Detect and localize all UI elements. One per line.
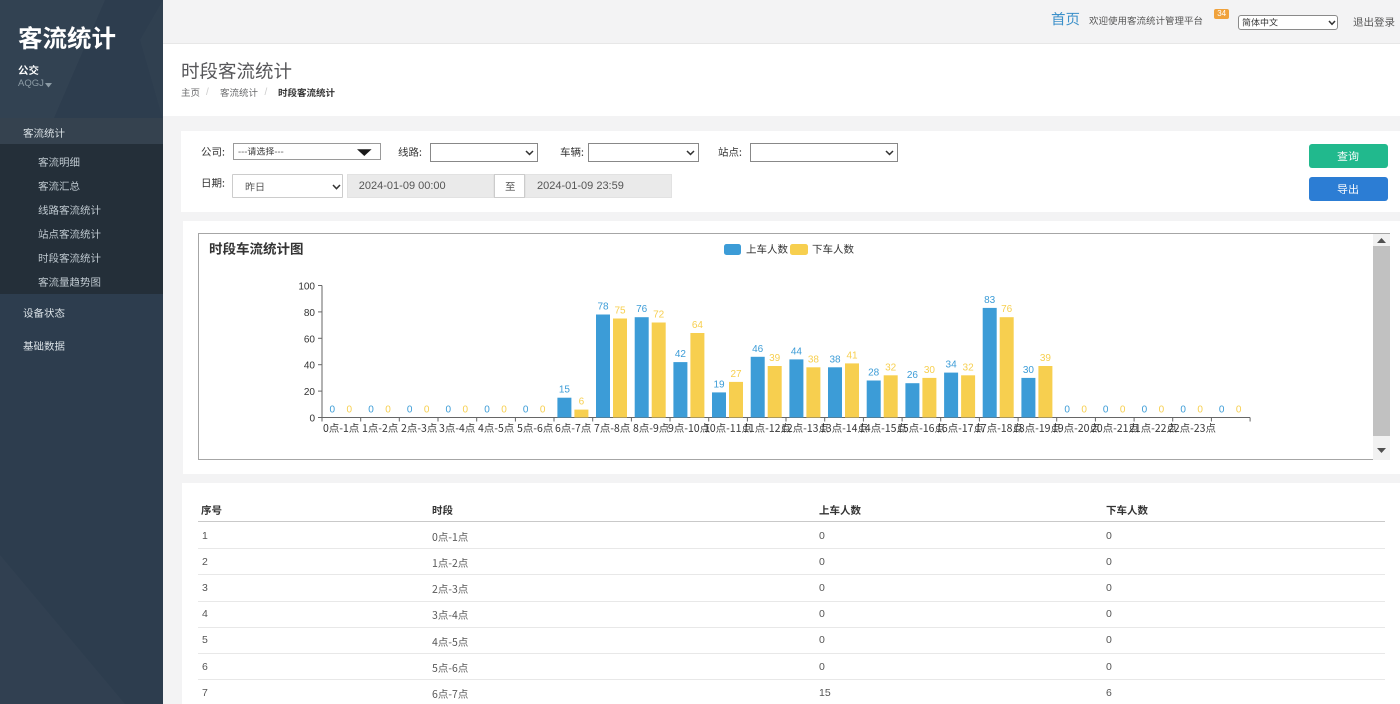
svg-text:0: 0: [1180, 405, 1186, 416]
svg-text:46: 46: [752, 344, 764, 355]
svg-text:0: 0: [1120, 405, 1126, 416]
svg-text:0: 0: [463, 405, 469, 416]
svg-text:40: 40: [304, 361, 316, 372]
svg-text:19: 19: [713, 379, 725, 390]
svg-text:78: 78: [597, 302, 609, 313]
svg-text:34: 34: [946, 360, 958, 371]
svg-text:15: 15: [559, 385, 571, 396]
svg-text:0: 0: [446, 405, 452, 416]
svg-text:0: 0: [407, 405, 413, 416]
svg-text:0: 0: [1159, 405, 1165, 416]
svg-text:32: 32: [885, 362, 897, 373]
svg-text:0: 0: [424, 405, 430, 416]
svg-text:42: 42: [675, 349, 687, 360]
svg-text:0: 0: [1197, 405, 1203, 416]
svg-text:44: 44: [791, 346, 803, 357]
svg-text:72: 72: [653, 310, 665, 321]
svg-text:0: 0: [309, 414, 315, 425]
svg-text:0: 0: [484, 405, 490, 416]
svg-text:76: 76: [1001, 304, 1013, 315]
svg-text:39: 39: [769, 353, 781, 364]
svg-text:75: 75: [614, 306, 626, 317]
svg-text:0: 0: [1081, 405, 1087, 416]
svg-text:0: 0: [1103, 405, 1109, 416]
svg-text:100: 100: [298, 282, 315, 293]
svg-text:28: 28: [868, 368, 880, 379]
svg-text:0: 0: [1236, 405, 1242, 416]
svg-text:41: 41: [846, 350, 858, 361]
svg-text:0: 0: [523, 405, 529, 416]
svg-text:0: 0: [1219, 405, 1225, 416]
svg-text:38: 38: [829, 354, 841, 365]
svg-text:0: 0: [347, 405, 353, 416]
svg-text:0: 0: [1064, 405, 1070, 416]
svg-text:38: 38: [808, 354, 820, 365]
svg-text:0: 0: [540, 405, 546, 416]
svg-text:30: 30: [1023, 365, 1035, 376]
svg-text:32: 32: [963, 362, 975, 373]
svg-text:83: 83: [984, 295, 996, 306]
svg-text:0: 0: [368, 405, 374, 416]
svg-text:30: 30: [924, 365, 936, 376]
svg-text:0: 0: [501, 405, 507, 416]
svg-text:80: 80: [304, 308, 316, 319]
svg-text:39: 39: [1040, 353, 1052, 364]
svg-text:6: 6: [579, 397, 585, 408]
svg-text:76: 76: [636, 304, 648, 315]
svg-text:0: 0: [385, 405, 391, 416]
svg-text:0: 0: [330, 405, 336, 416]
svg-text:20: 20: [304, 387, 316, 398]
svg-text:0: 0: [1142, 405, 1148, 416]
svg-text:27: 27: [730, 369, 742, 380]
svg-text:60: 60: [304, 334, 316, 345]
svg-text:64: 64: [692, 320, 704, 331]
svg-text:26: 26: [907, 370, 919, 381]
